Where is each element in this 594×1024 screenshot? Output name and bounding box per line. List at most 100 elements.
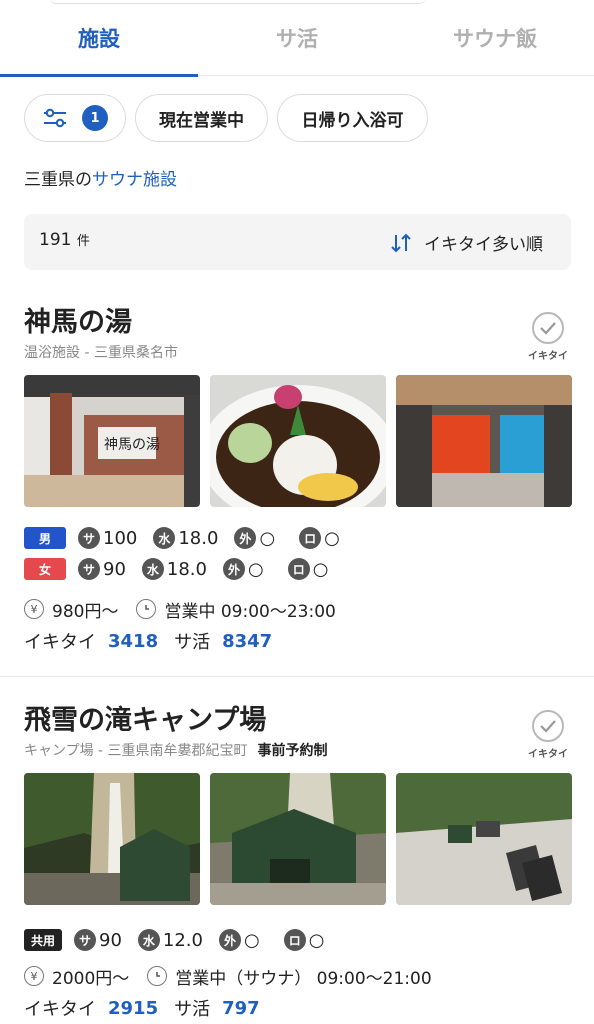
ikitai-button[interactable]: イキタイ	[526, 312, 570, 362]
tab-sakatsu[interactable]: サ活	[198, 0, 396, 76]
chip-day-bath[interactable]: 日帰り入浴可	[277, 94, 428, 142]
outdoor-value: ○	[243, 929, 260, 951]
filter-count-badge: 1	[82, 105, 108, 131]
sakatsu-count: 8347	[222, 630, 273, 652]
breadcrumb-prefix: 三重県の	[24, 170, 92, 190]
outdoor-icon: 外	[222, 558, 245, 580]
photo-campsite-chairs[interactable]	[396, 773, 572, 905]
sort-arrows-icon	[391, 233, 411, 252]
sauna-temp: サ 90	[74, 929, 122, 951]
sauna-icon: サ	[74, 929, 96, 951]
price-hours-row: ¥ 2000円〜 営業中（サウナ） 09:00〜21:00	[24, 964, 432, 989]
sauna-temp: サ 90	[78, 558, 126, 580]
tab-facilities[interactable]: 施設	[0, 0, 198, 77]
sauna-icon: サ	[78, 558, 100, 580]
svg-text:神馬の湯: 神馬の湯	[104, 436, 160, 453]
stats-row-shared: 共用 サ 90 水 12.0 外 ○ ロ ○	[24, 928, 340, 952]
ikitai-button[interactable]: イキタイ	[526, 710, 570, 760]
rest-value: ○	[312, 558, 329, 580]
water-icon: 水	[137, 929, 160, 951]
outdoor-air: 外 ○	[218, 929, 260, 951]
rest-loryu: ロ ○	[287, 558, 329, 580]
opening-hours: 営業中 09:00〜23:00	[164, 601, 336, 622]
gender-badge-male: 男	[24, 527, 66, 549]
ikitai-button-label: イキタイ	[528, 749, 568, 760]
clock-icon	[147, 966, 168, 986]
price: 2000円〜	[52, 968, 130, 989]
counts-row: イキタイ 2915 サ活 797	[24, 996, 276, 1021]
card-divider	[0, 676, 594, 677]
water-temp-value: 12.0	[162, 929, 203, 951]
rest-icon: ロ	[299, 527, 322, 549]
sort-button[interactable]: イキタイ多い順	[390, 230, 543, 255]
water-temp-value: 18.0	[178, 527, 219, 549]
stats-row-male: 男 サ 100 水 18.0 外 ○ ロ ○	[24, 526, 356, 550]
rest-value: ○	[308, 929, 325, 951]
photo-strip	[24, 773, 572, 905]
result-sort-bar: 191 件 イキタイ多い順	[24, 214, 571, 270]
sauna-temp-value: 90	[99, 929, 122, 951]
gender-badge-shared: 共用	[24, 929, 62, 951]
facility-name[interactable]: 神馬の湯	[24, 300, 132, 339]
outdoor-air: 外 ○	[222, 558, 264, 580]
photo-tent-sauna[interactable]	[210, 773, 386, 905]
facility-name[interactable]: 飛雪の滝キャンプ場	[24, 698, 266, 737]
yen-icon: ¥	[24, 966, 44, 986]
sauna-icon: サ	[78, 527, 100, 549]
rest-icon: ロ	[287, 558, 310, 580]
counts-row: イキタイ 3418 サ活 8347	[24, 629, 288, 654]
water-temp: 水 18.0	[153, 527, 218, 549]
outdoor-air: 外 ○	[234, 527, 275, 549]
water-temp: 水 12.0	[137, 929, 203, 951]
facility-subtitle: キャンプ場 - 三重県南牟婁郡紀宝町 事前予約制	[24, 740, 328, 760]
facility-subtitle-text: キャンプ場 - 三重県南牟婁郡紀宝町	[24, 743, 248, 759]
sauna-temp-value: 90	[103, 558, 126, 580]
photo-strip: 神馬の湯	[24, 375, 572, 507]
sauna-temp: サ 100	[78, 527, 137, 549]
filter-button[interactable]: 1	[24, 94, 126, 142]
result-count-number: 191	[39, 230, 72, 250]
water-icon: 水	[141, 558, 164, 580]
filter-sliders-icon	[44, 108, 66, 128]
ikitai-count: 3418	[108, 630, 159, 652]
ikitai-label: イキタイ	[24, 632, 96, 653]
reservation-badge: 事前予約制	[257, 743, 328, 759]
price-hours-row: ¥ 980円〜 営業中 09:00〜23:00	[24, 597, 336, 622]
chip-open-now[interactable]: 現在営業中	[135, 94, 268, 142]
result-count-unit: 件	[76, 234, 90, 249]
gender-badge-female: 女	[24, 558, 66, 580]
water-temp: 水 18.0	[141, 558, 207, 580]
breadcrumb: 三重県のサウナ施設	[24, 165, 177, 190]
sauna-temp-value: 100	[103, 527, 138, 549]
sakatsu-label: サ活	[174, 999, 211, 1020]
rest-value: ○	[324, 527, 340, 549]
ikitai-label: イキタイ	[24, 999, 96, 1020]
rest-loryu: ロ ○	[283, 929, 325, 951]
breadcrumb-link[interactable]: サウナ施設	[92, 170, 177, 190]
sakatsu-count: 797	[222, 997, 260, 1019]
opening-hours: 営業中（サウナ） 09:00〜21:00	[175, 968, 432, 989]
outdoor-value: ○	[259, 527, 276, 549]
facility-subtitle: 温浴施設 - 三重県桑名市	[24, 345, 178, 361]
sort-label: イキタイ多い順	[424, 235, 543, 255]
outdoor-icon: 外	[234, 527, 257, 549]
outdoor-value: ○	[247, 558, 264, 580]
result-count: 191 件	[39, 230, 90, 250]
photo-lobby[interactable]: 神馬の湯	[24, 375, 200, 507]
check-icon	[532, 312, 564, 344]
price: 980円〜	[52, 601, 119, 622]
tab-bar: 施設 サ活 サウナ飯	[0, 0, 594, 77]
ikitai-count: 2915	[108, 997, 159, 1019]
outdoor-icon: 外	[218, 929, 241, 951]
water-icon: 水	[153, 527, 176, 549]
photo-waterfall-tent[interactable]	[24, 773, 200, 905]
photo-noren[interactable]	[396, 375, 572, 507]
stats-row-female: 女 サ 90 水 18.0 外 ○ ロ ○	[24, 557, 344, 581]
check-icon	[532, 710, 564, 742]
rest-loryu: ロ ○	[299, 527, 340, 549]
sakatsu-label: サ活	[174, 632, 211, 653]
tab-sauna-meal[interactable]: サウナ飯	[396, 0, 594, 76]
photo-curry[interactable]	[210, 375, 386, 507]
water-temp-value: 18.0	[166, 558, 207, 580]
ikitai-button-label: イキタイ	[528, 351, 568, 362]
